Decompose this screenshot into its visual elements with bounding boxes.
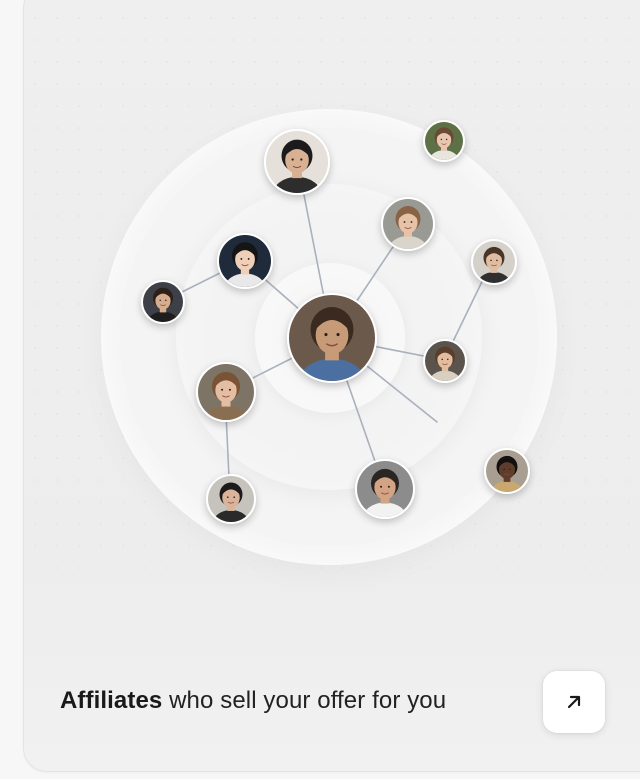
affiliate-avatar-7[interactable]: [196, 362, 256, 422]
affiliate-avatar-5[interactable]: [471, 239, 517, 285]
affiliate-avatar-11[interactable]: [484, 448, 530, 494]
affiliate-avatar-3[interactable]: [381, 197, 435, 251]
center-affiliate-avatar[interactable]: [287, 293, 377, 383]
affiliates-card: Affiliates who sell your offer for you: [23, 0, 640, 772]
caption-bold: Affiliates: [60, 687, 163, 714]
affiliate-avatar-10[interactable]: [206, 474, 256, 524]
network-connections: [161, 194, 493, 500]
open-affiliates-button[interactable]: [543, 671, 605, 733]
caption-rest: who sell your offer for you: [162, 687, 447, 714]
affiliate-avatar-4[interactable]: [217, 233, 273, 289]
affiliate-avatar-1[interactable]: [264, 129, 330, 195]
affiliate-avatar-6[interactable]: [141, 280, 185, 324]
affiliate-avatar-2[interactable]: [423, 120, 465, 162]
affiliate-avatar-8[interactable]: [423, 339, 467, 383]
affiliate-avatar-9[interactable]: [355, 459, 415, 519]
arrow-up-right-icon: [567, 695, 581, 709]
card-caption: Affiliates who sell your offer for you: [60, 687, 446, 715]
